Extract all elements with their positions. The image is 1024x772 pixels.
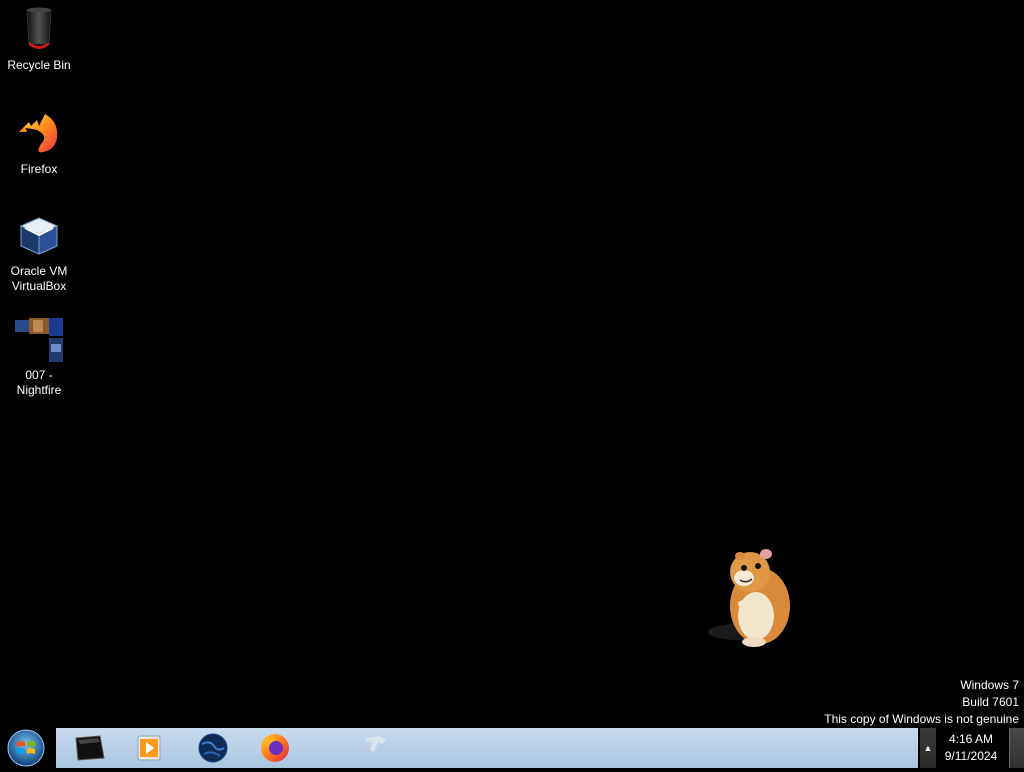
virtualbox-icon — [15, 212, 63, 260]
taskbar-button-app[interactable] — [352, 730, 402, 766]
chevron-up-icon: ▲ — [923, 743, 933, 753]
desktop-icon-label: Firefox — [20, 162, 58, 176]
system-tray: ▲ 4:16 AM 9/11/2024 — [918, 728, 1024, 768]
show-desktop-button[interactable] — [1009, 728, 1024, 768]
terminal-icon — [75, 735, 105, 761]
taskbar: ▲ 4:16 AM 9/11/2024 — [0, 728, 1024, 768]
nightfire-game-icon — [15, 316, 63, 364]
windows-genuine-watermark: Windows 7 Build 7601 This copy of Window… — [824, 677, 1019, 728]
app-icon — [366, 736, 386, 752]
taskbar-band — [56, 728, 918, 768]
desktop-icon-virtualbox[interactable]: Oracle VM VirtualBox — [4, 212, 74, 294]
recycle-bin-icon — [15, 6, 63, 54]
desktop-icon-nightfire[interactable]: 007 - Nightfire — [4, 316, 74, 398]
taskbar-button-firefox[interactable] — [250, 730, 300, 766]
tray-clock[interactable]: 4:16 AM 9/11/2024 — [938, 731, 1004, 765]
taskbar-button-globe[interactable] — [188, 730, 238, 766]
desktop-icon-label: Recycle Bin — [7, 58, 71, 72]
taskbar-button-command-prompt[interactable] — [64, 730, 114, 766]
firefox-icon — [261, 734, 289, 762]
desktop-icon-label: Oracle VM VirtualBox — [10, 264, 68, 293]
desktop-icon-recycle-bin[interactable]: Recycle Bin — [4, 6, 74, 73]
clock-time: 4:16 AM — [948, 732, 994, 746]
windows-logo-icon — [7, 729, 45, 767]
hamster-desktop-pet[interactable] — [704, 544, 800, 652]
watermark-os-name: Windows 7 — [960, 678, 1019, 692]
desktop-icon-firefox[interactable]: Firefox — [4, 110, 74, 177]
globe-icon — [198, 733, 228, 763]
show-hidden-icons-button[interactable]: ▲ — [920, 728, 936, 768]
firefox-icon — [15, 110, 63, 158]
desktop: Recycle Bin Firefox Oracle VM VirtualBox… — [0, 0, 1024, 728]
watermark-genuine-notice: This copy of Windows is not genuine — [824, 712, 1019, 726]
media-player-icon — [137, 735, 161, 761]
watermark-build: Build 7601 — [962, 695, 1019, 709]
desktop-icon-label: 007 - Nightfire — [16, 368, 62, 397]
clock-date: 9/11/2024 — [944, 749, 998, 763]
taskbar-button-media-player[interactable] — [124, 730, 174, 766]
start-button[interactable] — [6, 729, 46, 767]
